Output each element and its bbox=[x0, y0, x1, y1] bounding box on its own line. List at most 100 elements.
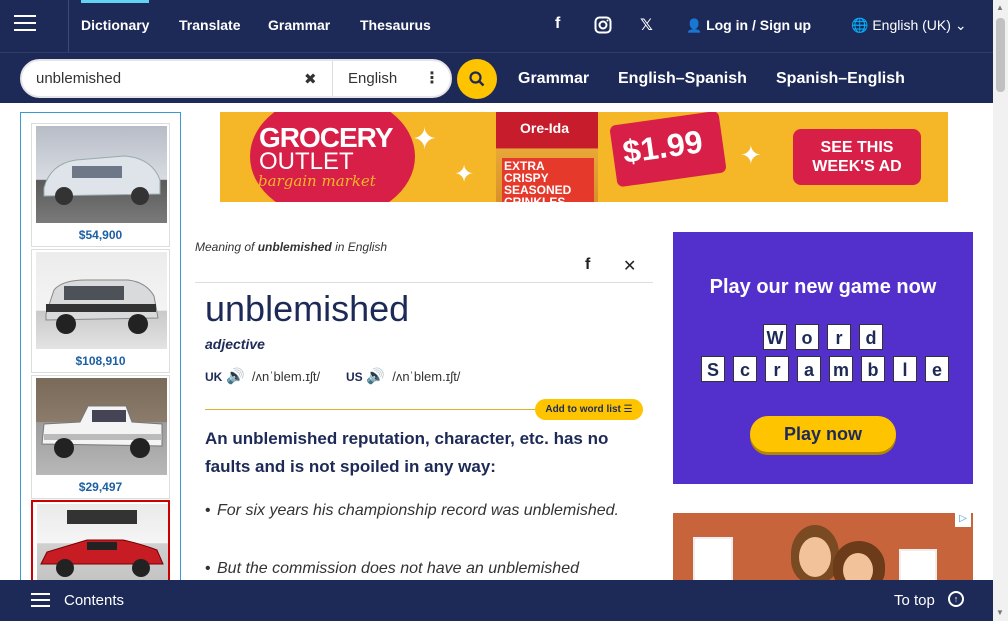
divider bbox=[195, 282, 653, 283]
uk-ipa: /ʌnˈblem.ɪʃt/ bbox=[251, 369, 321, 384]
share-facebook-icon[interactable]: f bbox=[585, 256, 590, 274]
game-ad[interactable]: Play our new game now W o r d S c r a m … bbox=[673, 232, 973, 484]
ad-photo-face bbox=[799, 537, 831, 577]
search-input[interactable] bbox=[36, 70, 296, 87]
bullet-icon: • bbox=[205, 560, 211, 577]
search-button[interactable] bbox=[457, 59, 497, 99]
banner-product-name: EXTRA CRISPY SEASONED CRINKLES bbox=[502, 158, 594, 202]
add-to-word-list-button[interactable]: Add to word list ☰ bbox=[535, 399, 643, 420]
search-icon bbox=[469, 71, 485, 87]
car-price: $108,910 bbox=[75, 354, 126, 368]
search-box: ✖ English ⋮ bbox=[20, 59, 452, 98]
letter-tile: d bbox=[859, 324, 883, 350]
instagram-icon[interactable] bbox=[594, 16, 612, 39]
letter-tile: a bbox=[797, 356, 821, 382]
more-options-icon[interactable]: ⋮ bbox=[424, 68, 440, 88]
example-2: • But the commission does not have an un… bbox=[205, 557, 645, 581]
contents-button[interactable]: Contents bbox=[64, 592, 124, 609]
sparkle-icon: ✦ bbox=[412, 123, 438, 156]
language-selector[interactable]: 🌐 English (UK) ⌄ bbox=[851, 17, 967, 34]
letter-tile: m bbox=[829, 356, 853, 382]
link-spanish-english[interactable]: Spanish–English bbox=[776, 70, 905, 88]
chevron-down-icon: ⌄ bbox=[954, 17, 967, 33]
sparkle-icon: ✦ bbox=[740, 140, 762, 170]
add-to-list-label: Add to word list bbox=[545, 404, 621, 415]
car-image bbox=[36, 252, 167, 349]
letter-tile: c bbox=[733, 356, 757, 382]
active-tab-indicator bbox=[81, 0, 149, 3]
car-price: $29,497 bbox=[78, 480, 123, 494]
contents-menu-icon[interactable] bbox=[31, 593, 50, 607]
nav-item-thesaurus[interactable]: Thesaurus bbox=[360, 17, 431, 33]
page: Dictionary Translate Grammar Thesaurus f… bbox=[0, 0, 1008, 621]
share-x-icon[interactable]: ✕ bbox=[623, 256, 636, 276]
link-grammar[interactable]: Grammar bbox=[518, 70, 589, 88]
ad-photo-window bbox=[693, 537, 733, 583]
car-image bbox=[36, 126, 167, 223]
letter-tile: l bbox=[893, 356, 917, 382]
facebook-icon[interactable]: f bbox=[555, 15, 560, 33]
audio-uk-icon[interactable]: 🔊 bbox=[226, 368, 245, 385]
us-ipa: /ʌnˈblem.ɪʃt/ bbox=[392, 369, 461, 384]
headword: unblemished bbox=[205, 288, 410, 329]
uk-label: UK bbox=[205, 370, 223, 384]
letter-tile: e bbox=[925, 356, 949, 382]
banner-ad[interactable]: GROCERY OUTLET bargain market ✦ ✦ Ore-Id… bbox=[220, 112, 948, 202]
bullet-icon: • bbox=[205, 502, 211, 519]
car-price: $54,900 bbox=[78, 228, 123, 242]
banner-brand-tag: bargain market bbox=[258, 172, 376, 190]
definition-rule bbox=[205, 409, 545, 410]
login-label: Log in / Sign up bbox=[706, 17, 812, 33]
search-divider bbox=[332, 61, 333, 96]
search-bar: ✖ English ⋮ Grammar English–Spanish Span… bbox=[0, 52, 993, 103]
meaning-word: unblemished bbox=[257, 240, 332, 254]
language-label: English (UK) bbox=[872, 17, 951, 33]
play-now-button[interactable]: Play now bbox=[750, 416, 896, 452]
page-scrollbar[interactable]: ▲ ▼ bbox=[993, 0, 1008, 621]
scroll-down-arrow-icon[interactable]: ▼ bbox=[996, 608, 1004, 617]
bottom-bar: Contents To top ↑ bbox=[0, 580, 993, 621]
sparkle-icon: ✦ bbox=[454, 161, 475, 188]
nav-divider bbox=[68, 0, 69, 52]
audio-us-icon[interactable]: 🔊 bbox=[366, 368, 385, 385]
meaning-suffix: in English bbox=[335, 240, 388, 254]
car-ad-4[interactable] bbox=[31, 500, 170, 601]
letter-tile: r bbox=[827, 324, 851, 350]
letter-tile: W bbox=[763, 324, 787, 350]
car-image bbox=[36, 378, 167, 475]
to-top-button[interactable]: To top bbox=[894, 592, 935, 609]
link-english-spanish[interactable]: English–Spanish bbox=[618, 70, 747, 88]
car-ad-2[interactable]: $108,910 bbox=[31, 249, 170, 373]
pronunciation-uk: UK 🔊 /ʌnˈblem.ɪʃt/ bbox=[205, 367, 320, 385]
list-icon: ☰ bbox=[623, 404, 633, 415]
banner-product-brand: Ore-Ida bbox=[520, 120, 570, 136]
photo-ad[interactable]: ▷ bbox=[673, 513, 973, 583]
pronunciation-us: US 🔊 /ʌnˈblem.ɪʃt/ bbox=[346, 367, 460, 385]
dictionary-selector[interactable]: English bbox=[348, 70, 397, 87]
definition: An unblemished reputation, character, et… bbox=[205, 429, 609, 476]
letter-tile: r bbox=[765, 356, 789, 382]
letter-tile: o bbox=[795, 324, 819, 350]
x-icon[interactable]: 𝕏 bbox=[640, 15, 653, 35]
login-link[interactable]: 👤 Log in / Sign up bbox=[686, 17, 811, 34]
game-ad-title: Play our new game now bbox=[709, 276, 937, 298]
car-ads-panel: $54,900 $108,910 $29,497 bbox=[20, 112, 181, 601]
nav-item-dictionary[interactable]: Dictionary bbox=[81, 17, 149, 33]
clear-search-icon[interactable]: ✖ bbox=[304, 70, 317, 88]
scroll-up-arrow-icon[interactable]: ▲ bbox=[996, 3, 1004, 12]
adchoices-icon[interactable]: ▷ bbox=[955, 513, 971, 527]
ad-photo-window bbox=[899, 549, 937, 583]
car-ad-3[interactable]: $29,497 bbox=[31, 375, 170, 499]
arrow-up-icon[interactable]: ↑ bbox=[948, 591, 964, 607]
example-text: For six years his championship record wa… bbox=[217, 502, 619, 519]
car-ad-1[interactable]: $54,900 bbox=[31, 123, 170, 247]
nav-item-grammar[interactable]: Grammar bbox=[268, 17, 330, 33]
part-of-speech: adjective bbox=[205, 336, 265, 352]
scroll-thumb[interactable] bbox=[996, 18, 1005, 92]
letter-tile: S bbox=[701, 356, 725, 382]
nav-item-translate[interactable]: Translate bbox=[179, 17, 240, 33]
menu-icon[interactable] bbox=[14, 15, 36, 33]
meaning-prefix: Meaning of bbox=[195, 240, 255, 254]
banner-cta: SEE THIS WEEK'S AD bbox=[793, 129, 921, 185]
ad-photo-face bbox=[843, 553, 873, 583]
